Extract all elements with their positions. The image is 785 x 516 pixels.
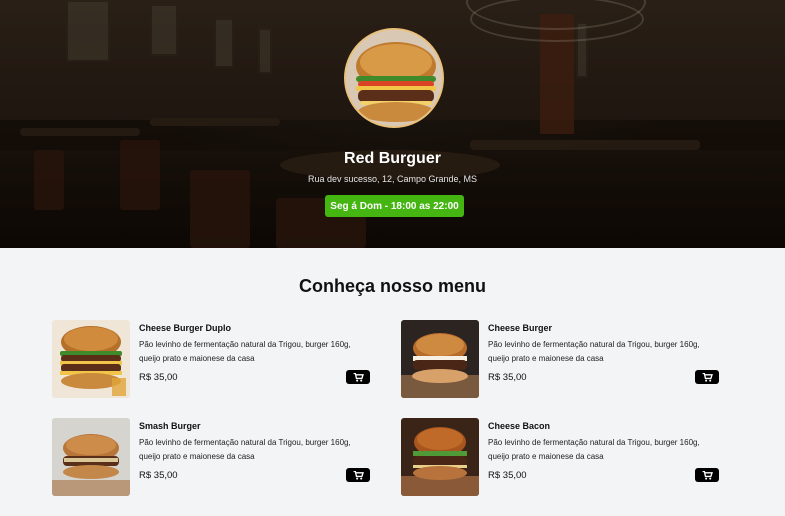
product-description: Pão levinho de fermentação natural da Tr… xyxy=(488,438,700,461)
cart-icon xyxy=(353,372,364,382)
product-description: Pão levinho de fermentação natural da Tr… xyxy=(139,340,351,363)
menu-item: Cheese Burger Duplo Pão levinho de ferme… xyxy=(52,320,370,400)
menu-title: Conheça nosso menu xyxy=(298,276,487,296)
hero-banner: Red Burguer Rua dev sucesso, 12, Campo G… xyxy=(0,0,785,248)
product-price: R$ 35,00 xyxy=(488,470,527,481)
product-name: Smash Burger xyxy=(139,421,201,431)
add-to-cart-button[interactable] xyxy=(346,468,370,482)
product-description: Pão levinho de fermentação natural da Tr… xyxy=(139,438,351,461)
product-price: R$ 35,00 xyxy=(139,372,178,383)
menu-item: Cheese Burger Pão levinho de fermentação… xyxy=(401,320,719,400)
opening-hours-badge: Seg á Dom - 18:00 as 22:00 xyxy=(325,195,464,217)
product-image xyxy=(401,320,479,398)
product-name: Cheese Burger Duplo xyxy=(139,323,232,333)
product-image xyxy=(401,418,479,496)
product-name: Cheese Burger xyxy=(488,323,553,333)
product-name: Cheese Bacon xyxy=(488,421,551,431)
add-to-cart-button[interactable] xyxy=(346,370,370,384)
restaurant-address: Rua dev sucesso, 12, Campo Grande, MS xyxy=(307,174,478,184)
cart-icon xyxy=(702,372,713,382)
menu-item: Smash Burger Pão levinho de fermentação … xyxy=(52,418,370,498)
logo xyxy=(344,28,444,128)
add-to-cart-button[interactable] xyxy=(695,370,719,384)
cart-icon xyxy=(353,470,364,480)
add-to-cart-button[interactable] xyxy=(695,468,719,482)
product-price: R$ 35,00 xyxy=(488,372,527,383)
restaurant-name: Red Burguer xyxy=(344,150,441,167)
product-price: R$ 35,00 xyxy=(139,470,178,481)
product-image xyxy=(52,418,130,496)
cart-icon xyxy=(702,470,713,480)
burger-logo-image xyxy=(346,30,442,126)
menu-item: Cheese Bacon Pão levinho de fermentação … xyxy=(401,418,719,498)
product-image xyxy=(52,320,130,398)
product-description: Pão levinho de fermentação natural da Tr… xyxy=(488,340,700,363)
